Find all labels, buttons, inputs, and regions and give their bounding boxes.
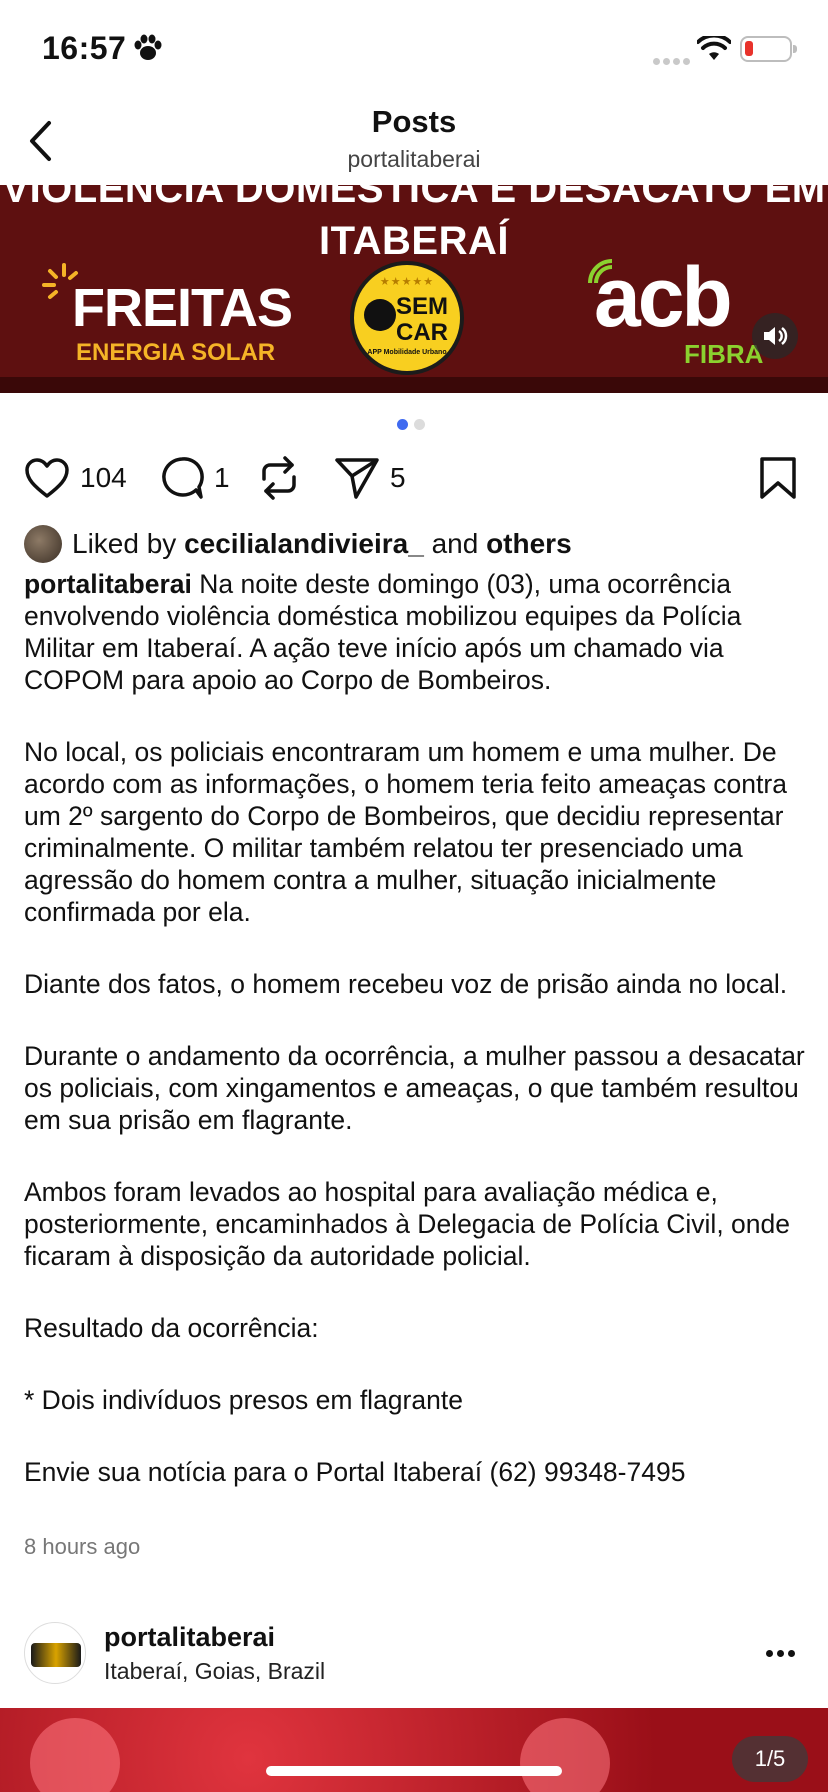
- pager-dot-active: [397, 419, 408, 430]
- wifi-icon: [697, 36, 731, 60]
- caption-paragraph-8: Envie sua notícia para o Portal Itaberaí…: [24, 1457, 686, 1487]
- comment-icon: [162, 457, 204, 499]
- signal-icon: [653, 52, 693, 70]
- post-timestamp: 8 hours ago: [24, 1534, 141, 1559]
- post-caption: portalitaberai Na noite deste domingo (0…: [24, 568, 810, 1488]
- semcar-word-2: CAR: [396, 319, 448, 346]
- comment-count: 1: [214, 462, 230, 493]
- caption-paragraph-6: Resultado da ocorrência:: [24, 1313, 319, 1343]
- home-indicator[interactable]: [266, 1766, 562, 1776]
- status-bar: 16:57: [0, 0, 828, 100]
- save-button[interactable]: [758, 450, 798, 506]
- liked-by-user[interactable]: cecilialandivieira_: [184, 528, 424, 560]
- freitas-tagline: ENERGIA SOLAR: [76, 339, 276, 366]
- semcar-subtitle: APP Mobilidade Urbano: [367, 349, 447, 356]
- sound-button[interactable]: [752, 313, 798, 359]
- action-bar: 104 1 5: [0, 450, 828, 506]
- heart-decoration: [30, 1718, 120, 1792]
- caption-paragraph-7: * Dois indivíduos presos em flagrante: [24, 1385, 463, 1415]
- caption-paragraph-2: No local, os policiais encontraram um ho…: [24, 737, 787, 927]
- liked-by-others[interactable]: others: [486, 528, 572, 560]
- caption-username[interactable]: portalitaberai: [24, 569, 192, 599]
- acb-tagline: FIBRA: [684, 339, 764, 369]
- liked-by-prefix: Liked by: [72, 528, 177, 559]
- heart-decoration: [520, 1718, 610, 1792]
- page-title: Posts: [371, 104, 457, 139]
- like-count: 104: [80, 462, 127, 493]
- post-media[interactable]: VIOLÊNCIA DOMÉSTICA E DESACATO EM ITABER…: [0, 185, 828, 393]
- status-time: 16:57: [42, 30, 127, 66]
- next-post-location[interactable]: Itaberaí, Goias, Brazil: [104, 1658, 325, 1685]
- repost-button[interactable]: [258, 450, 300, 506]
- media-headline-line1: VIOLÊNCIA DOMÉSTICA E DESACATO EM: [2, 185, 826, 211]
- next-post-header: portalitaberai Itaberaí, Goias, Brazil: [0, 1618, 828, 1708]
- semcar-logo: ★★★★★ SEM CAR APP Mobilidade Urbano: [350, 261, 464, 375]
- carousel-counter: 1/5: [732, 1736, 808, 1782]
- comment-button[interactable]: 1: [160, 450, 230, 506]
- freitas-name: FREITAS: [72, 278, 293, 338]
- pager-dot: [414, 419, 425, 430]
- next-post-username[interactable]: portalitaberai: [104, 1622, 275, 1653]
- more-options-icon[interactable]: [766, 1644, 800, 1657]
- share-count: 5: [390, 462, 406, 493]
- bookmark-icon: [760, 457, 796, 499]
- caption-paragraph-3: Diante dos fatos, o homem recebeu voz de…: [24, 969, 788, 999]
- caption-paragraph-5: Ambos foram levados ao hospital para ava…: [24, 1177, 790, 1271]
- heart-icon: [25, 458, 69, 498]
- battery-icon: [740, 36, 797, 62]
- avatar: [24, 525, 62, 563]
- freitas-logo: FREITAS ENERGIA SOLAR: [42, 263, 293, 373]
- media-bottom-strip: [0, 377, 828, 393]
- acb-name: acb: [594, 250, 733, 344]
- like-button[interactable]: 104: [24, 450, 127, 506]
- avatar[interactable]: [24, 1622, 86, 1684]
- share-button[interactable]: 5: [334, 450, 406, 506]
- liked-by-middle: and: [431, 528, 479, 559]
- carousel-pager: [397, 417, 431, 435]
- speaker-icon: [764, 327, 788, 345]
- page-subtitle: portalitaberai: [347, 146, 481, 172]
- liked-by[interactable]: Liked by cecilialandivieira_ and others: [24, 524, 572, 564]
- paw-icon: [134, 34, 162, 60]
- top-header: Posts portalitaberai: [0, 100, 828, 185]
- acb-logo: acb FIBRA: [586, 255, 786, 379]
- send-icon: [335, 458, 379, 499]
- semcar-word-1: SEM: [396, 293, 449, 320]
- repost-icon: [262, 456, 296, 500]
- car-icon: [364, 299, 396, 331]
- stars-icon: ★★★★★: [379, 276, 435, 288]
- next-post-media[interactable]: 1/5: [0, 1708, 828, 1792]
- caption-paragraph-4: Durante o andamento da ocorrência, a mul…: [24, 1041, 805, 1135]
